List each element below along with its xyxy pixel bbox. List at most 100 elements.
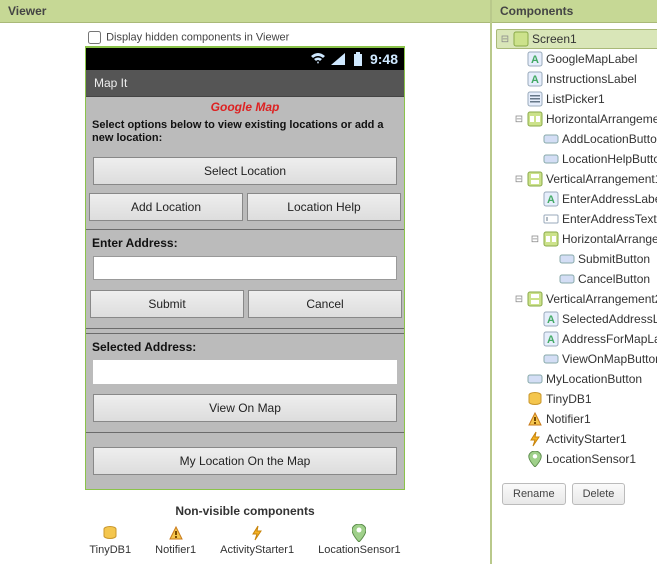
svg-text:A: A <box>547 194 555 206</box>
app-title-bar: Map It <box>86 70 404 97</box>
selected-address-label[interactable]: Selected Address: <box>90 340 400 360</box>
tree-item-instructionslabel[interactable]: AInstructionsLabel <box>494 69 657 89</box>
expander-icon[interactable]: ⊟ <box>514 114 524 125</box>
tree-item-enteraddresslabel[interactable]: A EnterAddressLabel <box>494 189 657 209</box>
my-location-button[interactable]: My Location On the Map <box>93 447 397 475</box>
tree-item-mylocationbutton[interactable]: MyLocationButton <box>494 369 657 389</box>
varr-icon <box>527 171 543 187</box>
tree-label: LocationHelpButton <box>562 152 657 166</box>
tree-item-verticalarrangement2[interactable]: ⊟VerticalArrangement2 <box>494 289 657 309</box>
tree-item-viewonmapbutton[interactable]: ViewOnMapButton <box>494 349 657 369</box>
horizontal-arrangement-2[interactable]: Submit Cancel <box>90 290 402 318</box>
tree-item-screen1[interactable]: ⊟ Screen1 <box>496 29 657 49</box>
tree-item-submitbutton[interactable]: SubmitButton <box>494 249 657 269</box>
nonvis-activity[interactable]: ActivityStarter1 <box>220 524 294 556</box>
view-on-map-button[interactable]: View On Map <box>93 394 397 422</box>
tree-label: ViewOnMapButton <box>562 352 657 366</box>
instructions-label[interactable]: Select options below to view existing lo… <box>86 117 404 153</box>
label-icon: A <box>527 71 543 87</box>
cancel-button[interactable]: Cancel <box>248 290 402 318</box>
button-icon <box>543 151 559 167</box>
tree-label: TinyDB1 <box>546 392 592 406</box>
harr-icon <box>527 111 543 127</box>
expander-icon[interactable]: ⊟ <box>514 174 524 185</box>
tree-label: HorizontalArrangement2 <box>562 232 657 246</box>
address-for-map-label[interactable] <box>93 360 397 384</box>
tree-item-cancelbutton[interactable]: CancelButton <box>494 269 657 289</box>
phone-mock: 9:48 Map It Google Map Select options be… <box>85 46 405 490</box>
button-icon <box>543 351 559 367</box>
status-bar: 9:48 <box>86 48 404 70</box>
tree-item-locationhelpbutton[interactable]: LocationHelpButton <box>494 149 657 169</box>
expander-icon[interactable]: ⊟ <box>500 34 510 45</box>
add-location-button[interactable]: Add Location <box>89 193 243 221</box>
nonvis-tinydb[interactable]: TinyDB1 <box>89 524 131 556</box>
tree-item-horizontalarrangement2[interactable]: ⊟ HorizontalArrangement2 <box>494 229 657 249</box>
tree-label: EnterAddressText <box>562 212 657 226</box>
delete-button[interactable]: Delete <box>572 483 626 505</box>
label-icon: A <box>543 331 559 347</box>
notifier-icon <box>155 524 196 542</box>
tree-item-horizontalarrangement1[interactable]: ⊟HorizontalArrangement1 <box>494 109 657 129</box>
tree-item-activitystarter1[interactable]: ActivityStarter1 <box>494 429 657 449</box>
tree-label: Screen1 <box>532 32 577 46</box>
svg-text:A: A <box>531 54 539 66</box>
list-icon <box>527 91 543 107</box>
location-help-button[interactable]: Location Help <box>247 193 401 221</box>
tree-item-tinydb1[interactable]: TinyDB1 <box>494 389 657 409</box>
tree-item-verticalarrangement1[interactable]: ⊟ VerticalArrangement1 <box>494 169 657 189</box>
tree-label: SelectedAddressLabel <box>562 312 657 326</box>
label-icon: A <box>543 311 559 327</box>
components-header: Components <box>492 0 657 23</box>
tree-item-listpicker1[interactable]: ListPicker1 <box>494 89 657 109</box>
rename-button[interactable]: Rename <box>502 483 566 505</box>
nonvisible-row: TinyDB1 Notifier1 ActivityStarter1 Locat… <box>10 524 480 556</box>
button-icon <box>559 271 575 287</box>
tree-item-addlocationbutton[interactable]: AddLocationButton <box>494 129 657 149</box>
status-time: 9:48 <box>370 51 398 67</box>
location-icon <box>527 451 543 467</box>
location-icon <box>318 524 401 542</box>
vertical-arrangement-1[interactable]: Enter Address: Submit Cancel <box>86 229 404 329</box>
tinydb-icon <box>89 524 131 542</box>
label-icon: A <box>543 191 559 207</box>
tree-item-selectedaddresslabel[interactable]: ASelectedAddressLabel <box>494 309 657 329</box>
horizontal-arrangement-1[interactable]: Add Location Location Help <box>89 193 401 221</box>
svg-text:A: A <box>531 74 539 86</box>
wifi-icon <box>310 51 326 67</box>
tree-label: ListPicker1 <box>546 92 605 106</box>
harr-icon <box>543 231 559 247</box>
button-icon <box>543 131 559 147</box>
varr-icon <box>527 291 543 307</box>
enter-address-text[interactable] <box>93 256 397 280</box>
tree-label: EnterAddressLabel <box>562 192 657 206</box>
tree-item-locationsensor1[interactable]: LocationSensor1 <box>494 449 657 469</box>
vertical-arrangement-2[interactable]: Selected Address: View On Map <box>86 333 404 433</box>
tree-item-enteraddresstext[interactable]: EnterAddressText <box>494 209 657 229</box>
nonvis-location[interactable]: LocationSensor1 <box>318 524 401 556</box>
tree-label: CancelButton <box>578 272 650 286</box>
tree-label: Notifier1 <box>546 412 591 426</box>
notifier-icon <box>527 411 543 427</box>
tree-label: VerticalArrangement1 <box>546 172 657 186</box>
tree-item-notifier1[interactable]: Notifier1 <box>494 409 657 429</box>
display-hidden-checkbox[interactable] <box>88 31 101 44</box>
google-map-label[interactable]: Google Map <box>86 97 404 117</box>
select-location-button[interactable]: Select Location <box>93 157 397 185</box>
viewer-header: Viewer <box>0 0 490 23</box>
tree-item-googlemaplabel[interactable]: A GoogleMapLabel <box>494 49 657 69</box>
expander-icon[interactable]: ⊟ <box>514 294 524 305</box>
button-icon <box>559 251 575 267</box>
nonvis-notifier[interactable]: Notifier1 <box>155 524 196 556</box>
tree-item-addressformaplabel[interactable]: AAddressForMapLabel <box>494 329 657 349</box>
tree-label: GoogleMapLabel <box>546 52 637 66</box>
text-icon <box>543 211 559 227</box>
tree-label: LocationSensor1 <box>546 452 636 466</box>
submit-button[interactable]: Submit <box>90 290 244 318</box>
enter-address-label[interactable]: Enter Address: <box>90 236 400 256</box>
button-icon <box>527 371 543 387</box>
tinydb-icon <box>527 391 543 407</box>
expander-icon[interactable]: ⊟ <box>530 234 540 245</box>
nonvisible-header: Non-visible components <box>10 504 480 518</box>
components-tree[interactable]: ⊟ Screen1 A GoogleMapLabel AInstructionsLabe… <box>492 23 657 475</box>
